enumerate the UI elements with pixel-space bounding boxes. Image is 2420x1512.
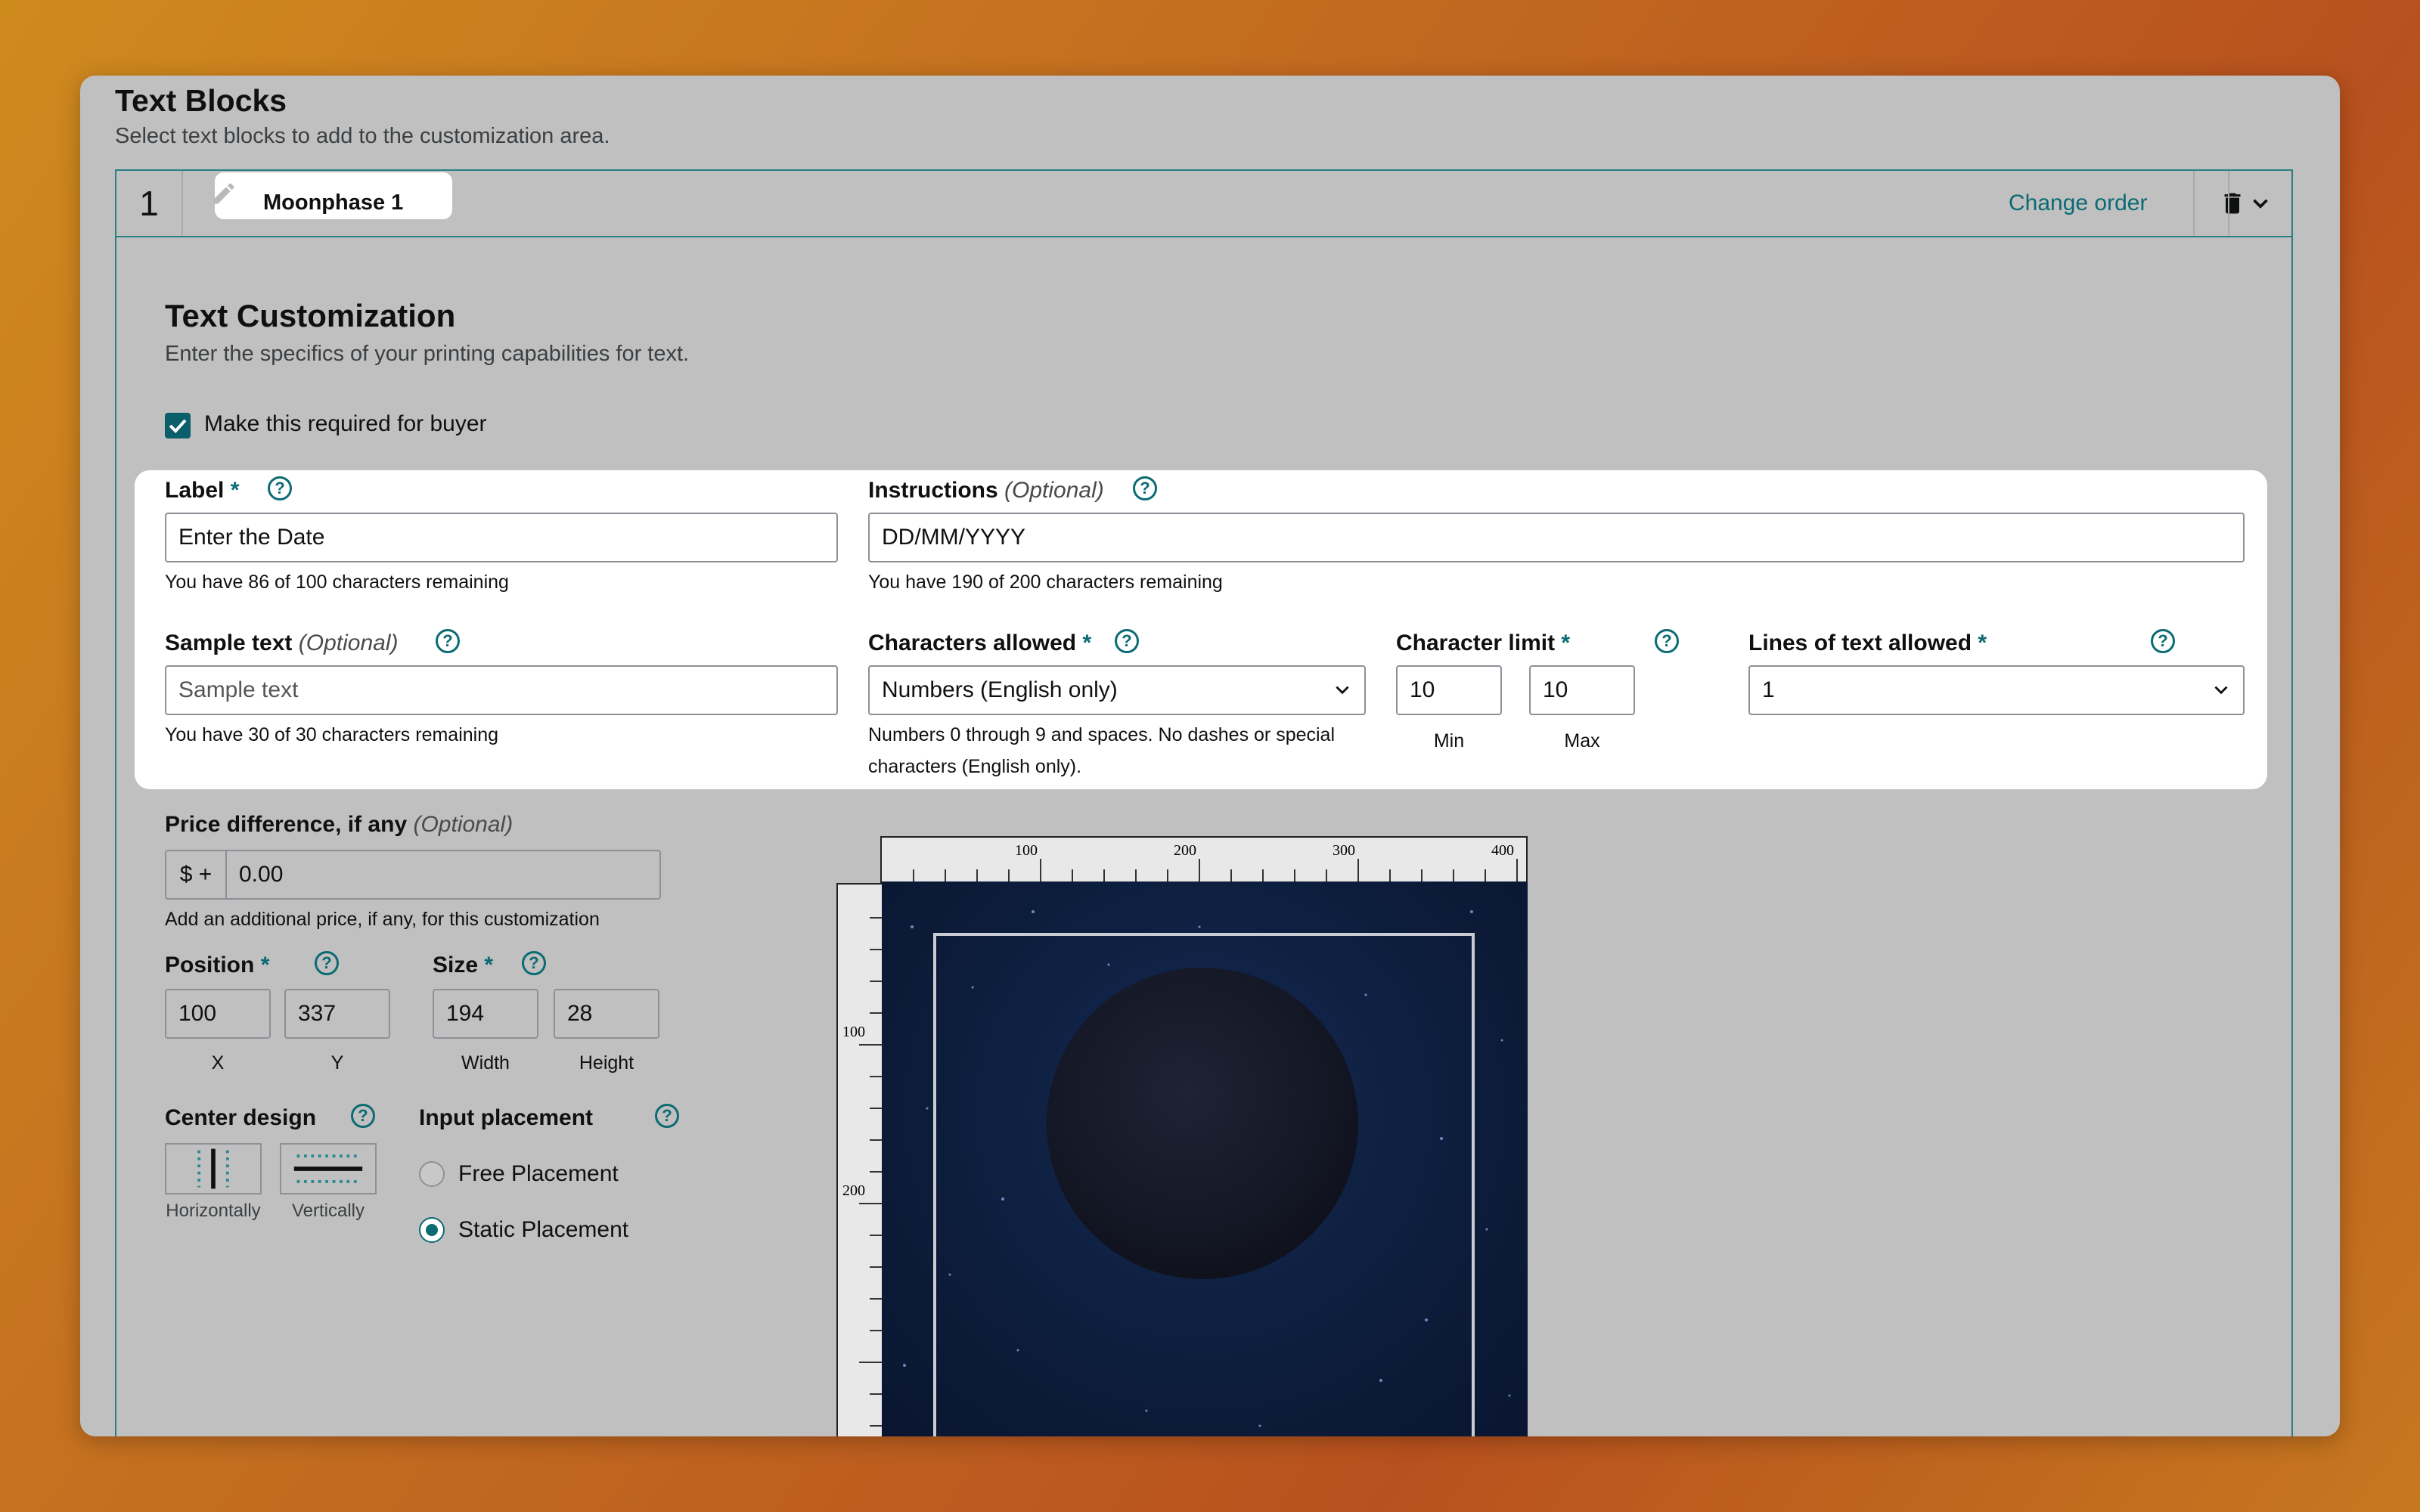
characters-allowed-select[interactable]: Numbers (English only) bbox=[868, 665, 1366, 715]
help-icon[interactable]: ? bbox=[2151, 629, 2175, 653]
ruler-label: 400 bbox=[1491, 842, 1514, 859]
x-caption: X bbox=[211, 1052, 225, 1074]
size-height-input[interactable]: 28 bbox=[554, 989, 659, 1039]
divider bbox=[2228, 171, 2229, 236]
price-field-title: Price difference, if any (Optional) bbox=[165, 812, 513, 837]
y-caption: Y bbox=[330, 1052, 344, 1074]
text-fields-card: Label * ? Enter the Date You have 86 of … bbox=[135, 470, 2267, 789]
max-caption: Max bbox=[1564, 730, 1600, 751]
size-title: Size * bbox=[433, 953, 494, 978]
min-caption: Min bbox=[1433, 730, 1465, 751]
center-vertical-icon bbox=[293, 1154, 363, 1183]
help-icon[interactable]: ? bbox=[1655, 629, 1679, 653]
lines-allowed-select[interactable]: 1 bbox=[1748, 665, 2245, 715]
character-limit-max-input[interactable]: 10 bbox=[1529, 665, 1635, 715]
help-icon[interactable]: ? bbox=[655, 1104, 679, 1128]
text-blocks-window: Text Blocks Select text blocks to add to… bbox=[80, 76, 2340, 1436]
price-input[interactable]: 0.00 bbox=[227, 862, 283, 888]
radio-dot bbox=[426, 1224, 438, 1236]
sample-text-field-title: Sample text (Optional) bbox=[165, 631, 399, 655]
characters-allowed-hint-1: Numbers 0 through 9 and spaces. No dashe… bbox=[868, 724, 1336, 745]
ruler-top-ticks bbox=[913, 859, 1518, 881]
center-vertically-button[interactable] bbox=[280, 1143, 377, 1194]
sample-text-hint: You have 30 of 30 characters remaining bbox=[165, 724, 499, 745]
help-icon[interactable]: ? bbox=[315, 951, 339, 975]
label-field-title: Label * bbox=[165, 478, 240, 503]
page-title: Text Blocks bbox=[115, 83, 287, 118]
ruler-left-ticks bbox=[859, 917, 882, 1427]
check-icon bbox=[169, 419, 187, 433]
static-placement-radio[interactable] bbox=[419, 1217, 445, 1243]
ruler-label: 200 bbox=[1174, 842, 1196, 859]
moon-shape bbox=[1047, 968, 1358, 1279]
character-limit-min-input[interactable]: 10 bbox=[1396, 665, 1502, 715]
help-icon[interactable]: ? bbox=[351, 1104, 375, 1128]
chevron-down-icon bbox=[2214, 686, 2228, 695]
required-checkbox[interactable] bbox=[165, 413, 191, 438]
width-caption: Width bbox=[461, 1052, 510, 1074]
ruler-top: 100 200 300 400 bbox=[880, 836, 1528, 883]
horizontally-caption: Horizontally bbox=[166, 1201, 261, 1221]
center-design-title: Center design bbox=[165, 1105, 317, 1130]
size-width-input[interactable]: 194 bbox=[433, 989, 538, 1039]
night-sky-image bbox=[903, 910, 1511, 1436]
center-horizontally-button[interactable] bbox=[165, 1143, 262, 1194]
characters-allowed-value: Numbers (English only) bbox=[882, 677, 1118, 702]
change-order-link[interactable]: Change order bbox=[2009, 191, 2147, 216]
ruler-label: 100 bbox=[1015, 842, 1038, 859]
chevron-down-icon[interactable] bbox=[2248, 191, 2273, 216]
instructions-hint: You have 190 of 200 characters remaining bbox=[868, 572, 1223, 593]
character-limit-title: Character limit * bbox=[1396, 631, 1571, 655]
block-number: 1 bbox=[116, 171, 183, 236]
page-subtitle: Select text blocks to add to the customi… bbox=[115, 124, 610, 148]
static-placement-label: Static Placement bbox=[458, 1217, 629, 1242]
ruler-left: 100 200 bbox=[836, 883, 883, 1436]
input-placement-title: Input placement bbox=[419, 1105, 594, 1130]
position-x-input[interactable]: 100 bbox=[165, 989, 271, 1039]
divider bbox=[2193, 171, 2195, 236]
chevron-down-icon bbox=[1336, 686, 1349, 695]
label-hint: You have 86 of 100 characters remaining bbox=[165, 572, 509, 593]
price-prefix: $ + bbox=[166, 851, 227, 898]
pencil-icon bbox=[213, 183, 234, 204]
free-placement-label: Free Placement bbox=[458, 1161, 619, 1186]
ruler-label: 300 bbox=[1333, 842, 1355, 859]
characters-allowed-title: Characters allowed * bbox=[868, 631, 1092, 655]
position-y-input[interactable]: 337 bbox=[284, 989, 390, 1039]
required-checkbox-label: Make this required for buyer bbox=[204, 411, 487, 436]
help-icon[interactable]: ? bbox=[1133, 476, 1157, 500]
instructions-field-title: Instructions (Optional) bbox=[868, 478, 1104, 503]
block-name: Moonphase 1 bbox=[263, 191, 404, 215]
preview-canvas[interactable] bbox=[882, 881, 1528, 1436]
free-placement-radio[interactable] bbox=[419, 1161, 445, 1187]
block-name-field[interactable]: Moonphase 1 bbox=[213, 172, 452, 219]
sample-text-input[interactable]: Sample text bbox=[165, 665, 838, 715]
help-icon[interactable]: ? bbox=[522, 951, 546, 975]
section-title: Text Customization bbox=[165, 298, 456, 333]
lines-allowed-value: 1 bbox=[1762, 677, 1775, 702]
ruler-label: 100 bbox=[842, 1024, 865, 1040]
label-input[interactable]: Enter the Date bbox=[165, 513, 838, 562]
ruler-label: 200 bbox=[842, 1182, 865, 1199]
price-input-group[interactable]: $ + 0.00 bbox=[165, 850, 661, 900]
height-caption: Height bbox=[579, 1052, 634, 1074]
instructions-input[interactable]: DD/MM/YYYY bbox=[868, 513, 2245, 562]
position-title: Position * bbox=[165, 953, 270, 978]
characters-allowed-hint-2: characters (English only). bbox=[868, 756, 1082, 777]
help-icon[interactable]: ? bbox=[1115, 629, 1139, 653]
help-icon[interactable]: ? bbox=[268, 476, 292, 500]
price-hint: Add an additional price, if any, for thi… bbox=[165, 909, 600, 930]
lines-allowed-title: Lines of text allowed * bbox=[1748, 631, 1987, 655]
section-subtitle: Enter the specifics of your printing cap… bbox=[165, 342, 690, 366]
help-icon[interactable]: ? bbox=[436, 629, 460, 653]
vertically-caption: Vertically bbox=[291, 1201, 365, 1221]
text-block-header: 1 Moonphase 1 Change order bbox=[116, 171, 2291, 237]
center-horizontal-icon bbox=[197, 1148, 229, 1189]
trash-icon[interactable] bbox=[2219, 189, 2246, 218]
